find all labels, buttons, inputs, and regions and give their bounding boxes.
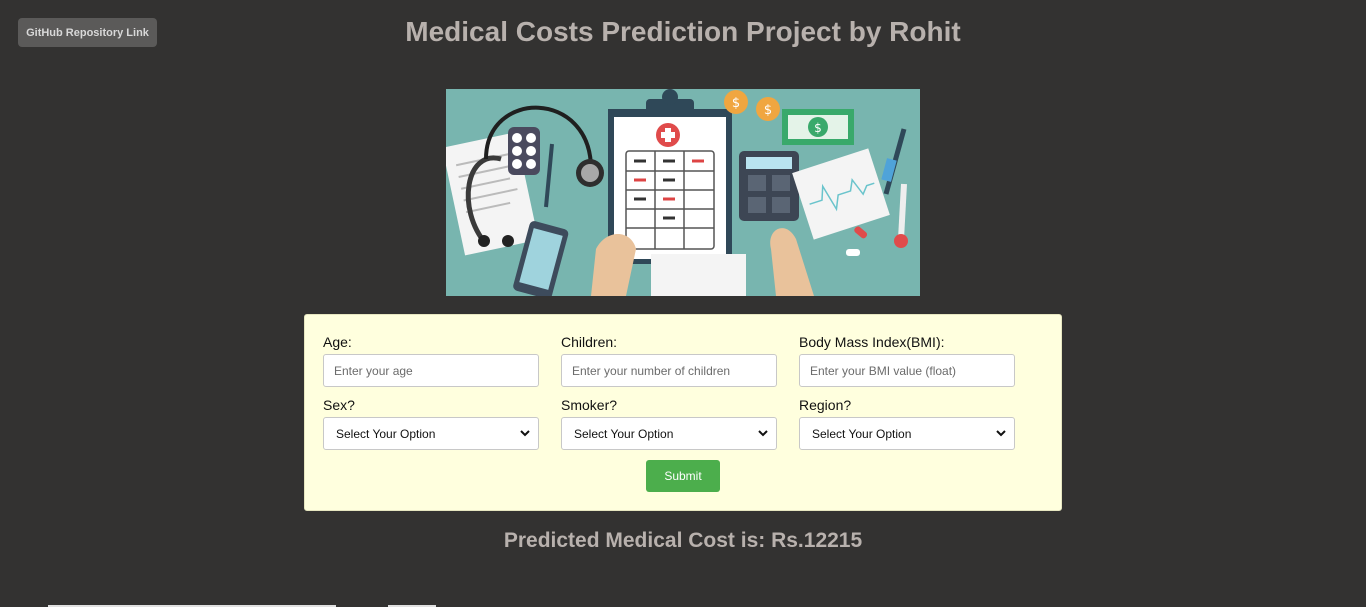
bmi-input[interactable] bbox=[799, 354, 1015, 387]
sex-select[interactable]: Select Your Option bbox=[323, 417, 539, 450]
age-label: Age: bbox=[323, 334, 352, 350]
bmi-label: Body Mass Index(BMI): bbox=[799, 334, 945, 350]
chevron-down-icon bbox=[758, 430, 768, 437]
age-field-group: Age: bbox=[323, 334, 539, 387]
page-title: Medical Costs Prediction Project by Rohi… bbox=[405, 16, 961, 47]
smoker-label: Smoker? bbox=[561, 397, 618, 413]
children-field-group: Children: bbox=[561, 334, 777, 387]
region-label: Region? bbox=[799, 397, 852, 413]
smoker-field-group: Smoker? Select Your Option bbox=[561, 397, 777, 450]
region-select[interactable]: Select Your Option bbox=[799, 417, 1015, 450]
children-label: Children: bbox=[561, 334, 618, 350]
chevron-down-icon bbox=[996, 430, 1006, 437]
prediction-form: Age: Children: Body Mass Index(BMI): Sex… bbox=[304, 314, 1062, 511]
chevron-down-icon bbox=[520, 430, 530, 437]
sex-select-value: Select Your Option bbox=[336, 426, 436, 441]
children-input[interactable] bbox=[561, 354, 777, 387]
svg-text:$: $ bbox=[814, 121, 822, 135]
region-field-group: Region? Select Your Option bbox=[799, 397, 1015, 450]
svg-text:$: $ bbox=[764, 103, 772, 118]
medical-cost-illustration: $ $ $ bbox=[446, 89, 920, 296]
sex-label: Sex? bbox=[323, 397, 355, 413]
svg-text:$: $ bbox=[732, 96, 740, 111]
region-select-value: Select Your Option bbox=[812, 426, 912, 441]
smoker-select-value: Select Your Option bbox=[574, 426, 674, 441]
bmi-field-group: Body Mass Index(BMI): bbox=[799, 334, 1015, 387]
submit-button[interactable]: Submit bbox=[646, 460, 720, 492]
predicted-cost-result: Predicted Medical Cost is: Rs.12215 bbox=[503, 529, 863, 552]
age-input[interactable] bbox=[323, 354, 539, 387]
hero-illustration: $ $ $ bbox=[446, 89, 920, 296]
smoker-select[interactable]: Select Your Option bbox=[561, 417, 777, 450]
sex-field-group: Sex? Select Your Option bbox=[323, 397, 539, 450]
